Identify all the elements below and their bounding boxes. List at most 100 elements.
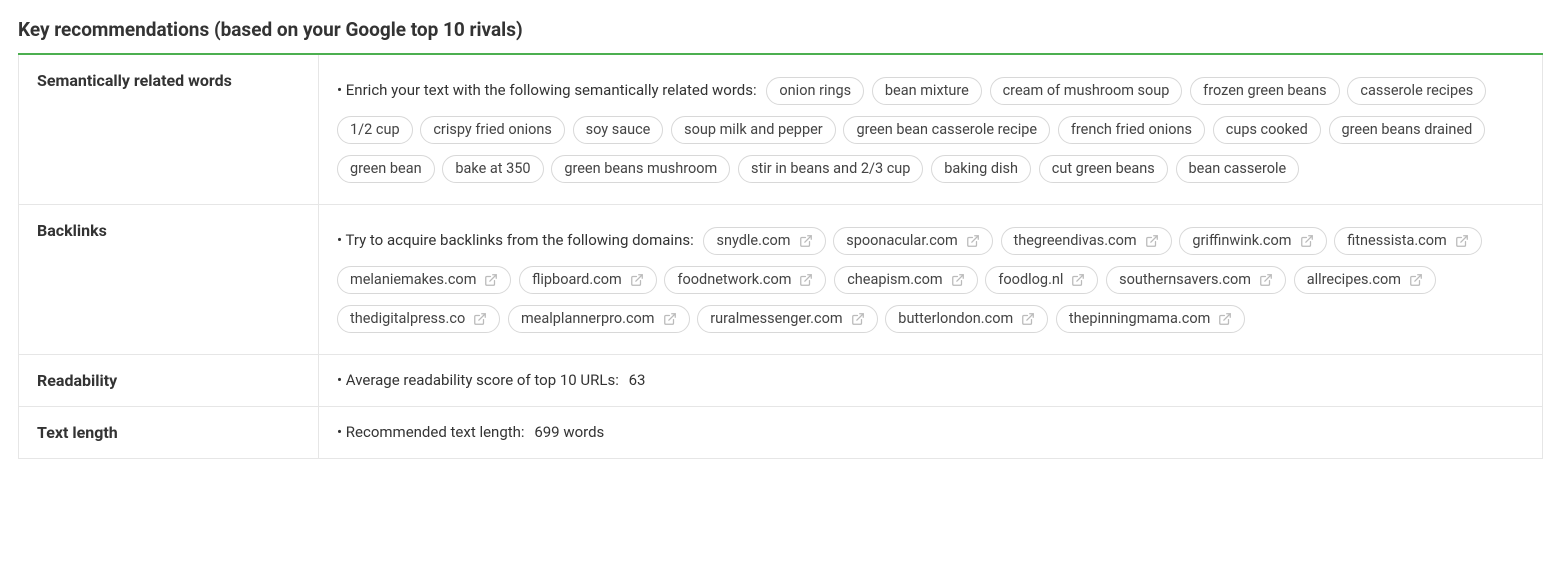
external-link-icon [1259, 273, 1273, 287]
backlink-pill[interactable]: snydle.com [703, 227, 825, 255]
external-link-icon [966, 234, 980, 248]
backlink-pill[interactable]: melaniemakes.com [337, 266, 511, 294]
backlink-pill[interactable]: cheapism.com [834, 266, 977, 294]
keyword-pill: green bean [337, 155, 435, 183]
recommendations-table: Semantically related words • Enrich your… [18, 55, 1543, 459]
keyword-pill: soy sauce [573, 116, 664, 144]
backlink-pill[interactable]: thedigitalpress.co [337, 305, 500, 333]
pill-label: spoonacular.com [846, 234, 958, 249]
backlink-pill[interactable]: spoonacular.com [833, 227, 993, 255]
backlink-pill[interactable]: southernsavers.com [1106, 266, 1286, 294]
pill-label: baking dish [944, 162, 1018, 177]
external-link-icon [484, 273, 498, 287]
pill-label: frozen green beans [1203, 84, 1326, 99]
pill-label: green beans mushroom [564, 162, 717, 177]
textlength-value: 699 words [534, 423, 604, 441]
keyword-pill: frozen green beans [1190, 77, 1339, 105]
pill-label: bean mixture [885, 84, 969, 99]
external-link-icon [1071, 273, 1085, 287]
external-link-icon [1409, 273, 1423, 287]
pill-label: foodnetwork.com [677, 273, 791, 288]
keyword-pill: bean mixture [872, 77, 982, 105]
pill-label: casserole recipes [1360, 84, 1473, 99]
keyword-pill: soup milk and pepper [671, 116, 836, 144]
row-content-backlinks: • Try to acquire backlinks from the foll… [319, 205, 1543, 355]
row-label-backlinks: Backlinks [19, 205, 319, 355]
keyword-pill: cream of mushroom soup [990, 77, 1183, 105]
pill-label: onion rings [779, 84, 851, 99]
keyword-pill: bean casserole [1176, 155, 1300, 183]
backlink-pill[interactable]: ruralmessenger.com [697, 305, 877, 333]
pill-label: thepinningmama.com [1069, 312, 1210, 327]
pill-label: green beans drained [1342, 123, 1473, 138]
keyword-pill: baking dish [931, 155, 1031, 183]
backlink-pill[interactable]: butterlondon.com [885, 305, 1048, 333]
pill-label: griffinwink.com [1192, 234, 1291, 249]
backlink-pill[interactable]: allrecipes.com [1294, 266, 1436, 294]
row-label-semantic: Semantically related words [19, 55, 319, 205]
row-semantic: Semantically related words • Enrich your… [19, 55, 1543, 205]
row-backlinks: Backlinks • Try to acquire backlinks fro… [19, 205, 1543, 355]
row-label-textlength: Text length [19, 407, 319, 459]
row-content-textlength: • Recommended text length: 699 words [319, 407, 1543, 459]
pill-label: southernsavers.com [1119, 273, 1251, 288]
row-textlength: Text length • Recommended text length: 6… [19, 407, 1543, 459]
pill-label: mealplannerpro.com [521, 312, 655, 327]
pill-label: cups cooked [1226, 123, 1308, 138]
keyword-pill: cut green beans [1039, 155, 1168, 183]
keyword-pill: stir in beans and 2/3 cup [738, 155, 923, 183]
external-link-icon [951, 273, 965, 287]
keyword-pill: bake at 350 [442, 155, 543, 183]
keyword-pill: green bean casserole recipe [843, 116, 1050, 144]
pill-label: soup milk and pepper [684, 123, 823, 138]
pill-label: thegreendivas.com [1014, 234, 1137, 249]
pill-label: cut green beans [1052, 162, 1155, 177]
external-link-icon [1455, 234, 1469, 248]
semantic-intro: • Enrich your text with the following se… [337, 81, 757, 99]
pill-label: 1/2 cup [350, 123, 400, 138]
pill-label: bean casserole [1189, 162, 1287, 177]
pill-label: french fried onions [1071, 123, 1192, 138]
pill-label: allrecipes.com [1307, 273, 1401, 288]
backlink-pill[interactable]: flipboard.com [519, 266, 657, 294]
backlinks-intro: • Try to acquire backlinks from the foll… [337, 231, 694, 249]
external-link-icon [851, 312, 865, 326]
row-content-semantic: • Enrich your text with the following se… [319, 55, 1543, 205]
readability-value: 63 [629, 371, 646, 389]
pill-label: ruralmessenger.com [710, 312, 842, 327]
keyword-pill: french fried onions [1058, 116, 1205, 144]
row-readability: Readability • Average readability score … [19, 355, 1543, 407]
section-title: Key recommendations (based on your Googl… [18, 18, 1543, 41]
pill-label: crispy fried onions [433, 123, 552, 138]
pill-label: cheapism.com [847, 273, 942, 288]
keyword-pill: casserole recipes [1347, 77, 1486, 105]
backlink-pill[interactable]: mealplannerpro.com [508, 305, 690, 333]
backlink-pill[interactable]: foodnetwork.com [664, 266, 826, 294]
external-link-icon [1300, 234, 1314, 248]
backlink-pill[interactable]: foodlog.nl [985, 266, 1098, 294]
pill-label: melaniemakes.com [350, 273, 476, 288]
pill-label: butterlondon.com [898, 312, 1013, 327]
backlink-pill[interactable]: thegreendivas.com [1001, 227, 1172, 255]
backlink-pill[interactable]: thepinningmama.com [1056, 305, 1245, 333]
external-link-icon [1218, 312, 1232, 326]
pill-label: thedigitalpress.co [350, 312, 465, 327]
external-link-icon [799, 234, 813, 248]
external-link-icon [1145, 234, 1159, 248]
backlink-pill[interactable]: fitnessista.com [1334, 227, 1481, 255]
row-label-readability: Readability [19, 355, 319, 407]
pill-label: stir in beans and 2/3 cup [751, 162, 910, 177]
pill-label: snydle.com [716, 234, 790, 249]
external-link-icon [1021, 312, 1035, 326]
pill-label: fitnessista.com [1347, 234, 1446, 249]
backlink-pill[interactable]: griffinwink.com [1179, 227, 1326, 255]
keyword-pill: crispy fried onions [420, 116, 565, 144]
external-link-icon [473, 312, 487, 326]
pill-label: soy sauce [586, 123, 651, 138]
pill-label: green bean casserole recipe [856, 123, 1037, 138]
keyword-pill: onion rings [766, 77, 864, 105]
pill-label: flipboard.com [532, 273, 622, 288]
readability-line: • Average readability score of top 10 UR… [337, 371, 619, 389]
row-content-readability: • Average readability score of top 10 UR… [319, 355, 1543, 407]
pill-label: green bean [350, 162, 422, 177]
